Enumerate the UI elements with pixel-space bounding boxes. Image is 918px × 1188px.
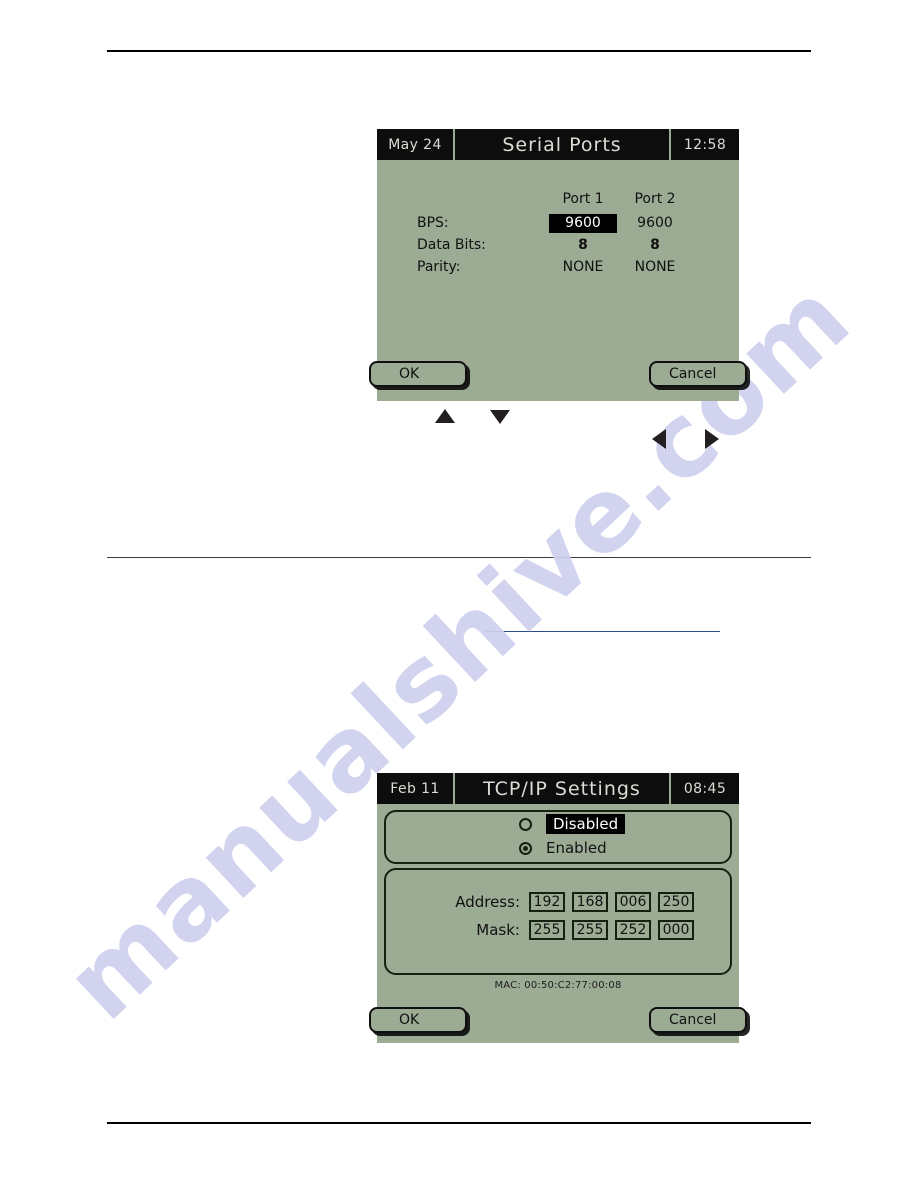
bps-port1-value[interactable]: 9600 [549,213,617,233]
serial-table-header-row: Port 1 Port 2 [377,186,739,212]
column-header-port2: Port 2 [634,191,676,207]
row-label-bps: BPS: [417,215,449,231]
page-footer-rule [107,1122,811,1124]
address-label: Address: [455,893,520,911]
page-header-rule [107,50,811,52]
mask-octet-3[interactable]: 252 [615,920,651,940]
down-arrow-icon [490,410,510,424]
table-row-parity: Parity: NONE NONE [377,256,739,278]
address-octet-1[interactable]: 192 [529,892,565,912]
tcpip-header-date: Feb 11 [377,773,455,804]
mask-octet-4[interactable]: 000 [658,920,694,940]
serial-header-title: Serial Ports [455,129,671,160]
row-label-parity: Parity: [417,259,461,275]
radio-option-disabled[interactable]: Disabled [386,812,730,836]
serial-header-date: May 24 [377,129,455,160]
mask-row: Mask: 255 255 252 000 [386,916,730,944]
tcpip-header-time: 08:45 [683,780,727,797]
radio-disabled-label[interactable]: Disabled [546,814,626,834]
bps-port1-cell[interactable]: 9600 [547,213,619,233]
serial-ports-screen: May 24 Serial Ports 12:58 Port 1 Port 2 … [369,129,747,401]
tcpip-ok-button[interactable]: OK [369,1007,467,1033]
mac-address-text: MAC: 00:50:C2:77:00:08 [494,980,622,991]
mask-octet-1[interactable]: 255 [529,920,565,940]
mask-label: Mask: [476,921,520,939]
row-label-data-bits: Data Bits: [417,237,486,253]
left-arrow-key[interactable] [652,429,666,449]
address-row: Address: 192 168 006 250 [386,888,730,916]
tcpip-header-title: TCP/IP Settings [455,773,671,804]
address-octet-2[interactable]: 168 [572,892,608,912]
left-arrow-icon [652,429,666,449]
tcpip-settings-screen: Feb 11 TCP/IP Settings 08:45 Disabled En… [369,773,747,1043]
serial-screen-header: May 24 Serial Ports 12:58 [377,129,739,160]
mask-octet-2[interactable]: 255 [572,920,608,940]
down-arrow-key[interactable] [490,410,510,424]
radio-enabled-label[interactable]: Enabled [546,839,607,857]
radio-option-enabled[interactable]: Enabled [386,836,730,860]
address-octet-3[interactable]: 006 [615,892,651,912]
tcpip-mode-group: Disabled Enabled [384,810,732,864]
table-row-data-bits: Data Bits: 8 8 [377,234,739,256]
table-row-bps: BPS: 9600 9600 [377,212,739,234]
serial-ok-button[interactable]: OK [369,361,467,387]
column-header-port1: Port 1 [562,191,604,207]
tcpip-cancel-button[interactable]: Cancel [649,1007,747,1033]
serial-cancel-button[interactable]: Cancel [649,361,747,387]
serial-header-time: 12:58 [683,136,727,153]
section-divider-rule [107,557,811,558]
parity-port2-value[interactable]: NONE [619,259,691,275]
data-bits-port1-value[interactable]: 8 [547,237,619,253]
tcpip-network-group: Address: 192 168 006 250 Mask: 255 255 2… [384,868,732,975]
serial-screen-body: Port 1 Port 2 BPS: 9600 9600 Data Bits: … [369,160,747,401]
right-arrow-key[interactable] [705,429,719,449]
radio-disabled-icon[interactable] [519,817,532,831]
tcpip-screen-body: Disabled Enabled Address: 192 168 006 25… [369,804,747,1043]
ip-rows: Address: 192 168 006 250 Mask: 255 255 2… [386,870,730,944]
parity-port1-value[interactable]: NONE [547,259,619,275]
hyperlink-underline[interactable] [485,631,720,632]
radio-enabled-icon[interactable] [519,841,532,855]
serial-ports-table: Port 1 Port 2 BPS: 9600 9600 Data Bits: … [377,186,739,278]
tcpip-screen-header: Feb 11 TCP/IP Settings 08:45 [377,773,739,804]
address-octet-4[interactable]: 250 [658,892,694,912]
right-arrow-icon [705,429,719,449]
up-arrow-key[interactable] [435,409,455,423]
data-bits-port2-value[interactable]: 8 [619,237,691,253]
up-arrow-icon [435,409,455,423]
bps-port2-value[interactable]: 9600 [619,215,691,231]
